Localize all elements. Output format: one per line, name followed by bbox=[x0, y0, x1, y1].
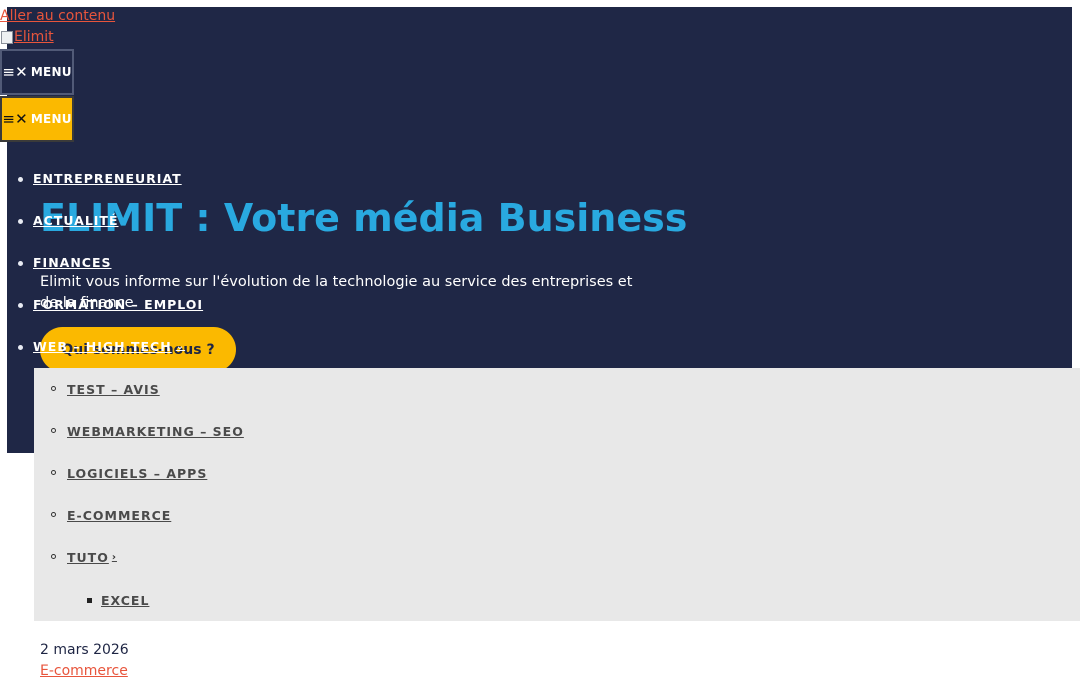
broken-image-icon bbox=[0, 30, 13, 44]
hero-title: ELIMIT : Votre média Business bbox=[40, 196, 688, 240]
post-category-link[interactable]: E-commerce bbox=[40, 663, 128, 679]
chevron-right-icon: › bbox=[111, 552, 117, 563]
nav-item-finances[interactable]: FINANCES bbox=[18, 255, 112, 270]
menu-toggle-label: MENU bbox=[30, 65, 72, 79]
submenu-item-excel[interactable]: EXCEL bbox=[86, 593, 149, 608]
hamburger-close-icon: ≡✕ bbox=[2, 109, 28, 128]
submenu-item-e-commerce[interactable]: E-COMMERCE bbox=[50, 508, 171, 523]
menu-toggle-button[interactable]: ≡✕ MENU bbox=[0, 49, 74, 95]
submenu-panel bbox=[34, 368, 1080, 621]
nav-item-formation-emploi[interactable]: FORMATION – EMPLOI bbox=[17, 297, 203, 312]
post-date: 2 mars 2026 bbox=[40, 642, 129, 658]
menu-toggle-button-secondary[interactable]: ≡✕ MENU bbox=[0, 96, 74, 142]
logo-alt-text: Elimit bbox=[14, 29, 54, 45]
submenu-item-test-avis[interactable]: TEST – AVIS bbox=[51, 382, 160, 397]
hamburger-close-icon: ≡✕ bbox=[2, 62, 28, 81]
site-logo-link[interactable]: Elimit bbox=[0, 29, 54, 45]
menu-toggle-label: MENU bbox=[30, 112, 72, 126]
nav-item-web-high-tech[interactable]: WEB – HIGH TECH ⌄ bbox=[17, 339, 186, 354]
submenu-item-tuto[interactable]: TUTO › bbox=[51, 550, 117, 565]
submenu-item-webmarketing-seo[interactable]: WEBMARKETING – SEO bbox=[51, 424, 244, 439]
submenu-item-logiciels-apps[interactable]: LOGICIELS – APPS bbox=[50, 466, 207, 481]
skip-to-content-link[interactable]: Aller au contenu bbox=[0, 8, 115, 24]
chevron-down-icon: ⌄ bbox=[175, 341, 186, 352]
nav-item-entrepreneuriat[interactable]: ENTREPRENEURIAT bbox=[18, 171, 182, 186]
nav-item-actualite[interactable]: ACTUALITÉ bbox=[18, 213, 119, 228]
